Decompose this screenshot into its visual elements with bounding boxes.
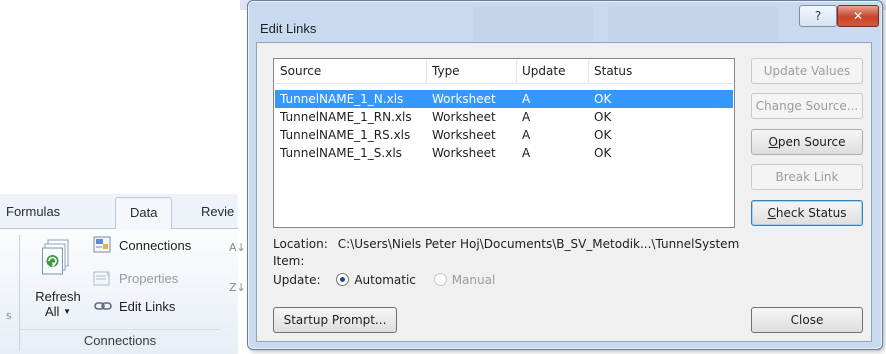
excel-ribbon-fragment: Formulas Data Revie s Refresh All ▼ Conn… (0, 194, 246, 354)
list-item[interactable]: TunnelNAME_1_N.xls Worksheet A OK (275, 90, 733, 108)
list-header: Source Type Update Status (275, 60, 733, 84)
location-label: Location: (273, 237, 328, 251)
link-source: TunnelNAME_1_S.xls (280, 146, 402, 160)
chain-link-icon (94, 302, 112, 310)
update-line: Update: Automatic Manual (273, 273, 495, 287)
help-button[interactable]: ? (799, 5, 837, 27)
window-close-button[interactable]: ✕ (837, 5, 879, 27)
properties-label: Properties (119, 270, 179, 286)
change-source-button[interactable]: Change Source... (751, 93, 863, 119)
link-update: A (522, 110, 531, 124)
automatic-radio[interactable] (336, 273, 350, 286)
open-source-button[interactable]: Open Source (751, 129, 863, 155)
refresh-all-button[interactable]: Refresh All ▼ (30, 235, 86, 331)
link-update: A (522, 92, 531, 106)
column-header-source[interactable]: Source (275, 60, 427, 84)
column-header-type[interactable]: Type (427, 60, 517, 84)
manual-label: Manual (451, 273, 496, 287)
tab-formulas[interactable]: Formulas (6, 204, 60, 219)
properties-button[interactable]: Properties (93, 267, 178, 289)
update-label: Update: (273, 273, 321, 287)
ribbon-body: s Refresh All ▼ Connections Properties E… (0, 229, 246, 354)
close-icon: ✕ (852, 9, 864, 23)
connections-icon (93, 236, 111, 253)
check-status-button[interactable]: Check Status (751, 200, 863, 226)
refresh-icon (42, 239, 69, 275)
link-type: Worksheet (432, 110, 496, 124)
edit-links-dialog: Edit Links ? ✕ Source Type Update Status… (247, 0, 883, 350)
check-status-accel: C (767, 206, 776, 220)
item-line: Item: (273, 254, 304, 268)
refresh-label-line2: All (45, 304, 60, 319)
refresh-label-line1: Refresh (35, 289, 81, 304)
location-line: Location: C:\Users\Niels Peter Hoj\Docume… (273, 237, 739, 251)
link-source: TunnelNAME_1_RS.xls (280, 128, 411, 142)
link-status: OK (594, 128, 612, 142)
break-link-button[interactable]: Break Link (751, 164, 863, 190)
link-status: OK (594, 92, 612, 106)
automatic-label: Automatic (354, 273, 416, 287)
help-icon: ? (814, 9, 822, 23)
links-list[interactable]: Source Type Update Status TunnelNAME_1_N… (273, 58, 735, 228)
link-source: TunnelNAME_1_RN.xls (280, 110, 412, 124)
open-source-label: pen Source (777, 135, 846, 149)
startup-prompt-button[interactable]: Startup Prompt... (273, 307, 397, 333)
item-label: Item: (273, 254, 305, 268)
list-item[interactable]: TunnelNAME_1_RN.xls Worksheet A OK (275, 108, 733, 126)
refresh-all-label: Refresh All ▼ (30, 289, 86, 319)
connections-group-label: Connections (20, 329, 220, 349)
dropdown-arrow-icon: ▼ (63, 307, 71, 316)
link-type: Worksheet (432, 128, 496, 142)
close-button[interactable]: Close (751, 307, 863, 333)
manual-radio[interactable] (433, 273, 447, 286)
link-source: TunnelNAME_1_N.xls (280, 92, 404, 106)
properties-icon (93, 270, 111, 286)
list-item[interactable]: TunnelNAME_1_RS.xls Worksheet A OK (275, 126, 733, 144)
title-bar-blur (473, 7, 593, 41)
sort-za-fragment-icon: Z↓ (229, 281, 246, 294)
title-bar-blur (608, 7, 778, 41)
link-type: Worksheet (432, 146, 496, 160)
ribbon-tab-bar: Formulas Data Revie (0, 194, 238, 230)
link-update: A (522, 128, 531, 142)
list-item[interactable]: TunnelNAME_1_S.xls Worksheet A OK (275, 144, 733, 162)
column-header-update[interactable]: Update (517, 60, 589, 84)
ribbon-left-fragment: s (6, 309, 12, 322)
update-values-button[interactable]: Update Values (751, 58, 863, 84)
connections-label: Connections (119, 237, 192, 253)
link-status: OK (594, 146, 612, 160)
automatic-radio-option[interactable]: Automatic (336, 273, 419, 287)
edit-links-button[interactable]: Edit Links (93, 295, 175, 317)
location-value: C:\Users\Niels Peter Hoj\Documents\B_SV_… (337, 237, 740, 251)
open-source-accel: O (768, 135, 778, 149)
dialog-title: Edit Links (260, 21, 317, 36)
sort-az-fragment-icon: A↓ (229, 241, 246, 254)
column-header-status[interactable]: Status (589, 60, 733, 84)
tab-data[interactable]: Data (115, 197, 173, 230)
connections-button[interactable]: Connections (93, 234, 191, 256)
link-type: Worksheet (432, 92, 496, 106)
tab-review[interactable]: Revie (201, 204, 234, 219)
check-status-label: heck Status (775, 206, 847, 220)
link-update: A (522, 146, 531, 160)
manual-radio-option[interactable]: Manual (433, 273, 496, 287)
edit-links-label: Edit Links (119, 298, 176, 314)
dialog-client-area: Source Type Update Status TunnelNAME_1_N… (256, 42, 872, 342)
link-status: OK (594, 110, 612, 124)
